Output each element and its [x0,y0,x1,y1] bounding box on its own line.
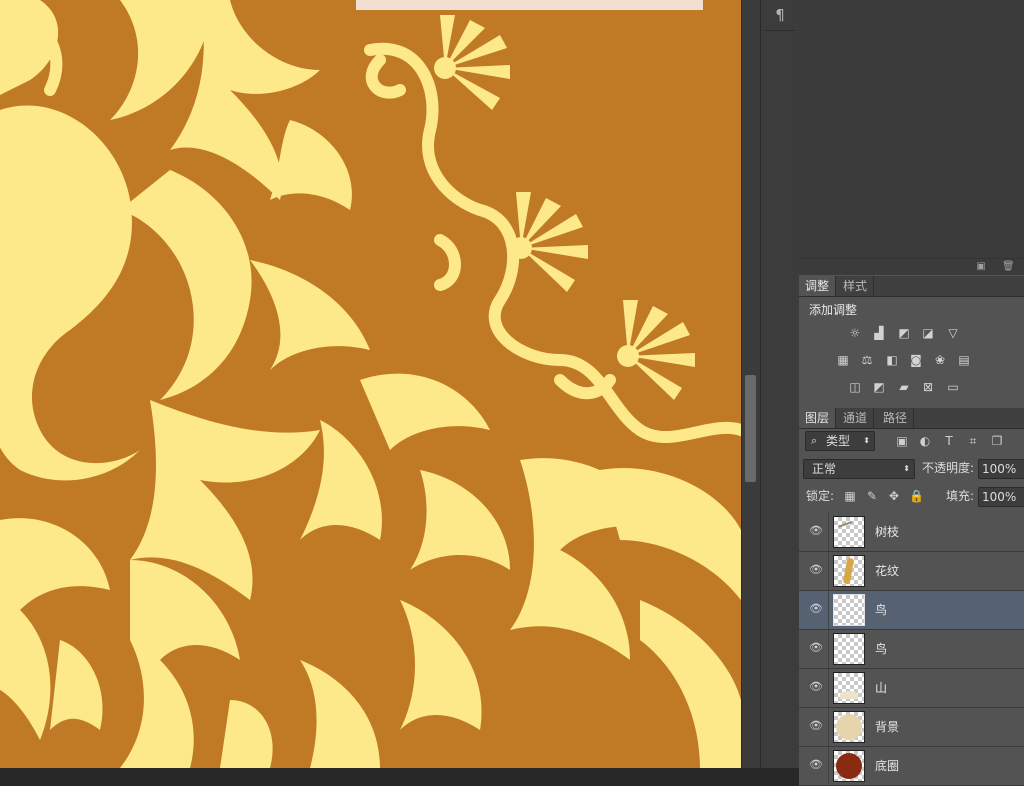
layers-tab-bar: 图层 通道 路径 [799,408,1024,429]
canvas-top-strip [356,0,703,10]
layer-thumbnail [833,555,865,587]
lock-image-pixels-icon[interactable]: ✎ [865,489,879,503]
fill-input[interactable]: 100% [978,487,1024,507]
panel-dock: ▣ 🗑 调整 样式 添加调整 ☼ ▟ ◩ ◪ ▽ ▦ ⚖ ◧ ◙ ❀ ▤ ◫ ◩… [799,0,1024,786]
layer-thumbnail [833,711,865,743]
blend-mode-select[interactable]: 正常 ⬍ [803,459,915,479]
filter-adjustment-icon[interactable]: ◐ [918,434,932,448]
layer-thumbnail [833,516,865,548]
eye-icon[interactable]: 👁 [808,758,824,772]
empty-panel [799,0,1024,258]
layer-name[interactable]: 底圈 [875,757,899,775]
filter-pixel-icon[interactable]: ▣ [895,434,909,448]
eye-icon[interactable]: 👁 [808,719,824,733]
layer-row[interactable]: 👁 背景 [799,708,1024,747]
levels-icon[interactable]: ▟ [871,326,887,340]
brightness-contrast-icon[interactable]: ☼ [847,326,863,340]
posterize-icon[interactable]: ◩ [871,380,887,394]
lock-transparent-pixels-icon[interactable]: ▦ [843,489,857,503]
layer-name[interactable]: 花纹 [875,562,899,580]
document-canvas[interactable] [0,0,741,768]
vibrance-icon[interactable]: ▽ [945,326,961,340]
threshold-icon[interactable]: ▰ [896,380,912,394]
layer-name[interactable]: 山 [875,679,887,697]
layer-filter-select[interactable]: ⌕ 类型 ⬍ [805,431,875,451]
empty-panel-footer: ▣ 🗑 [799,258,1024,275]
layer-name[interactable]: 树枝 [875,523,899,541]
eye-icon[interactable]: 👁 [808,680,824,694]
damask-artwork [0,0,741,768]
filter-shape-icon[interactable]: ⌗ [966,434,980,448]
new-item-icon[interactable]: ▣ [975,261,987,272]
layer-thumbnail [833,594,865,626]
layer-filter-value: 类型 [826,434,851,448]
black-white-icon[interactable]: ◧ [884,353,900,367]
layer-thumbnail [833,633,865,665]
search-icon: ⌕ [811,434,818,447]
eye-icon[interactable]: 👁 [808,602,824,616]
tab-styles[interactable]: 样式 [837,276,875,296]
eye-icon[interactable]: 👁 [808,563,824,577]
tab-adjustments[interactable]: 调整 [799,276,837,296]
layer-thumbnail [833,672,865,704]
channel-mixer-icon[interactable]: ❀ [932,353,948,367]
filter-smart-object-icon[interactable]: ❐ [990,434,1004,448]
eye-icon[interactable]: 👁 [808,641,824,655]
layer-row[interactable]: 👁 山 [799,669,1024,708]
canvas-vertical-scrollbar[interactable] [741,0,760,768]
scrollbar-thumb[interactable] [745,375,756,482]
color-balance-icon[interactable]: ⚖ [859,353,875,367]
tab-paths[interactable]: 路径 [877,408,915,428]
layers-list: 👁 树枝 👁 花纹 👁 鸟 👁 鸟 👁 山 👁 背景 👁 底圈 [799,513,1024,786]
dropdown-arrows-icon: ⬍ [863,436,870,445]
color-lookup-icon[interactable]: ▤ [956,353,972,367]
layer-name[interactable]: 鸟 [875,640,887,658]
collapsed-panel-strip: ¶ [760,0,800,768]
trash-icon[interactable]: 🗑 [1002,261,1015,272]
gradient-map-icon[interactable]: ▭ [945,380,961,394]
layer-thumbnail [833,750,865,782]
layer-row[interactable]: 👁 鸟 [799,630,1024,669]
tab-channels[interactable]: 通道 [837,408,875,428]
dropdown-arrows-icon: ⬍ [903,464,910,473]
layers-panel: 图层 通道 路径 ⌕ 类型 ⬍ ▣ ◐ T ⌗ ❐ 正常 ⬍ 不透明度: 100… [799,408,1024,786]
paragraph-panel-icon[interactable]: ¶ [768,4,792,26]
layer-row[interactable]: 👁 花纹 [799,552,1024,591]
adjustments-tab-bar: 调整 样式 [799,276,1024,297]
layer-name[interactable]: 鸟 [875,601,887,619]
add-adjustment-title: 添加调整 [809,303,858,317]
tab-layers[interactable]: 图层 [799,408,837,428]
filter-type-icon[interactable]: T [942,434,956,448]
exposure-icon[interactable]: ◪ [920,326,936,340]
invert-icon[interactable]: ◫ [847,380,863,394]
curves-icon[interactable]: ◩ [896,326,912,340]
lock-label: 锁定: [806,489,835,503]
blend-mode-value: 正常 [812,462,837,476]
photo-filter-icon[interactable]: ◙ [908,353,924,367]
fill-label: 填充: [946,489,975,503]
eye-icon[interactable]: 👁 [808,524,824,538]
layer-name[interactable]: 背景 [875,718,899,736]
hue-saturation-icon[interactable]: ▦ [835,353,851,367]
opacity-label: 不透明度: [922,461,975,475]
layer-row[interactable]: 👁 树枝 [799,513,1024,552]
layer-row-selected[interactable]: 👁 鸟 [799,591,1024,630]
adjustments-panel: 调整 样式 添加调整 ☼ ▟ ◩ ◪ ▽ ▦ ⚖ ◧ ◙ ❀ ▤ ◫ ◩ ▰ ⊠… [799,276,1024,406]
strip-divider [765,30,795,31]
selective-color-icon[interactable]: ⊠ [920,380,936,394]
lock-all-icon[interactable]: 🔒 [909,489,924,503]
layer-row[interactable]: 👁 底圈 [799,747,1024,786]
lock-position-icon[interactable]: ✥ [887,489,901,503]
opacity-input[interactable]: 100% [978,459,1024,479]
